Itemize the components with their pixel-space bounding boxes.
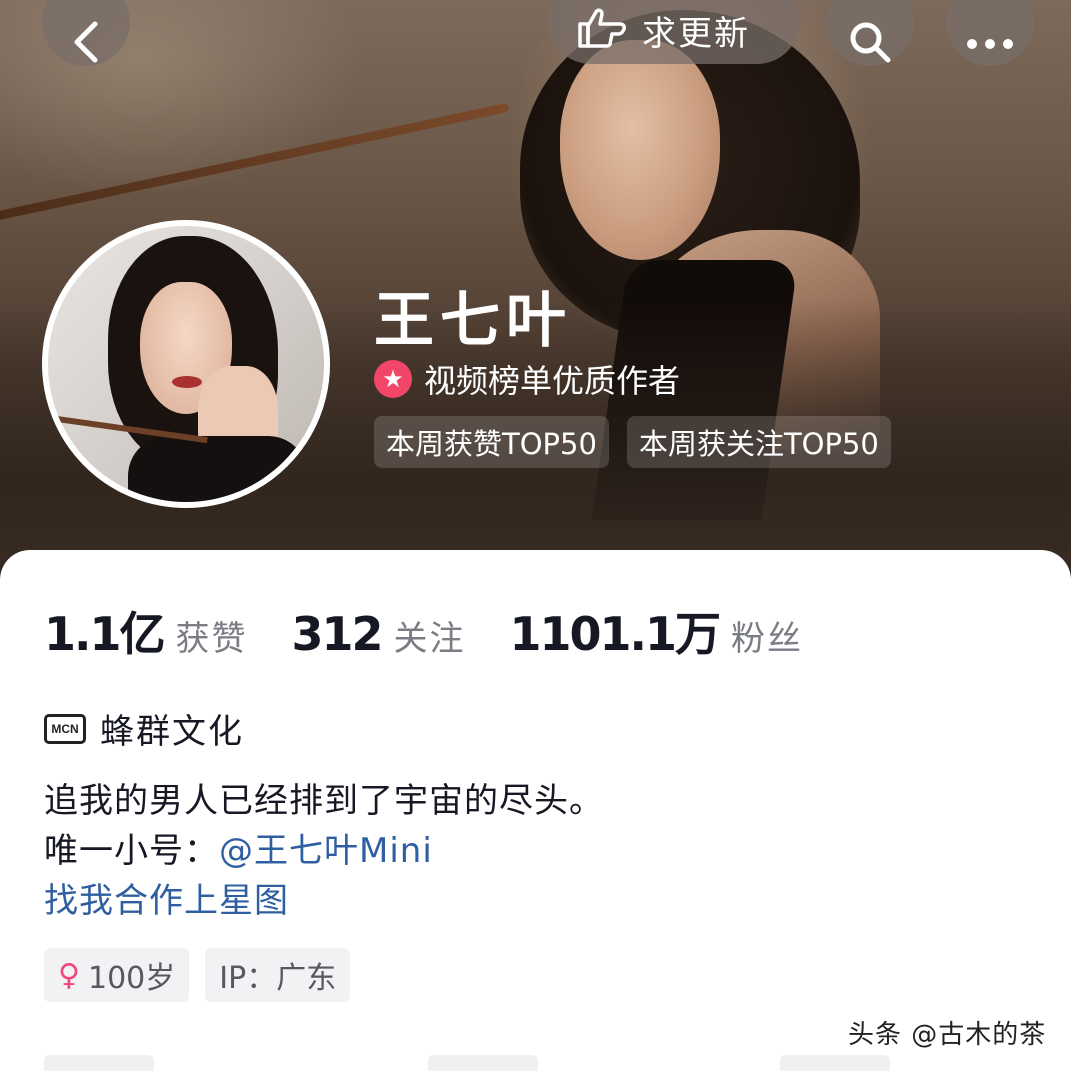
female-icon: ♀ [58, 957, 80, 993]
avatar[interactable] [42, 220, 330, 508]
peek-tab-2 [428, 1055, 538, 1071]
search-button[interactable] [826, 0, 914, 66]
watermark: 头条 @古木的茶 [848, 1020, 1047, 1050]
star-badge-icon: ★ [374, 360, 412, 398]
quality-creator-badge[interactable]: ★ 视频榜单优质作者 [374, 356, 680, 402]
rank-tag-likes[interactable]: 本周获赞TOP50 [374, 416, 609, 468]
pointing-hand-icon [576, 6, 628, 54]
profile-info-card: 1.1亿 获赞 312 关注 1101.1万 粉丝 MCN 蜂群文化 追我的男人… [0, 550, 1071, 1071]
bio-line-1: 追我的男人已经排到了宇宙的尽头。 [44, 781, 604, 821]
stat-likes-label: 获赞 [175, 619, 248, 659]
mcn-org-name: 蜂群文化 [100, 712, 244, 752]
mcn-org[interactable]: MCN 蜂群文化 [44, 704, 244, 753]
back-button[interactable] [42, 0, 130, 66]
age-tag-label: 100岁 [87, 961, 176, 996]
mcn-icon: MCN [44, 713, 86, 744]
next-section-peek [0, 1055, 1071, 1071]
profile-name: 王七叶 [374, 286, 572, 356]
cover-photo-face [560, 40, 720, 260]
stat-following[interactable]: 312 关注 [292, 607, 466, 661]
avatar-dress [128, 436, 308, 502]
bio-line-2: 唯一小号：@王七叶Mini [44, 826, 604, 876]
search-icon [848, 20, 892, 68]
ip-location-tag: IP：广东 [205, 948, 351, 1002]
age-tag: ♀ 100岁 [44, 948, 190, 1002]
cover-photo-pipe [0, 102, 510, 224]
quality-creator-label: 视频榜单优质作者 [424, 362, 681, 400]
stat-followers-label: 粉丝 [731, 619, 804, 659]
profile-bio: 追我的男人已经排到了宇宙的尽头。 唯一小号：@王七叶Mini 找我合作上星图 [44, 776, 604, 926]
rank-tags: 本周获赞TOP50 本周获关注TOP50 [374, 416, 891, 468]
profile-cover: 求更新 王七叶 ★ 视频榜单优质作者 本周获赞TOP50 本周获关注TOP50 [0, 0, 1071, 600]
stat-following-value: 312 [291, 607, 384, 661]
stat-following-label: 关注 [393, 619, 466, 659]
request-update-label: 求更新 [642, 13, 750, 54]
avatar-lips [172, 376, 202, 388]
secondary-account-mention[interactable]: @王七叶Mini [219, 831, 433, 871]
rank-tag-follows[interactable]: 本周获关注TOP50 [626, 416, 891, 468]
peek-tab-3 [780, 1055, 890, 1071]
bio-secondary-account-prefix: 唯一小号： [44, 831, 219, 871]
more-dots-icon [966, 35, 1014, 54]
more-button[interactable] [946, 0, 1034, 66]
request-update-button[interactable]: 求更新 [548, 0, 800, 64]
peek-tab-1 [44, 1055, 154, 1071]
profile-tags: ♀ 100岁 IP：广东 [44, 948, 351, 1002]
stat-likes-value: 1.1亿 [44, 607, 165, 661]
chevron-left-icon [71, 20, 101, 68]
xingtu-cooperation-link[interactable]: 找我合作上星图 [44, 876, 604, 926]
profile-stats: 1.1亿 获赞 312 关注 1101.1万 粉丝 [44, 598, 847, 664]
stat-followers[interactable]: 1101.1万 粉丝 [510, 598, 804, 664]
stat-followers-value: 1101.1万 [509, 607, 722, 661]
stat-likes[interactable]: 1.1亿 获赞 [44, 598, 248, 664]
